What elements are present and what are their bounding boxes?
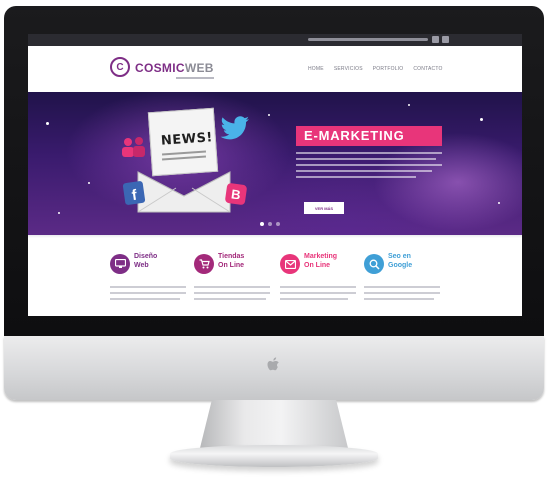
logo-tagline: [176, 77, 214, 79]
service-title-line1: Diseño: [134, 253, 158, 260]
hero-slider: NEWS! f B E-MARKETING VER MÁS: [28, 92, 522, 235]
service-title-line1: Seo en: [388, 253, 411, 260]
service-title: Diseño Web: [134, 252, 190, 270]
service-title-line2: On Line: [218, 262, 245, 269]
contact-bar: [28, 34, 522, 46]
contact-info-text: [308, 38, 428, 41]
slider-dots: [260, 222, 280, 226]
service-title-line2: On Line: [304, 262, 331, 269]
service-text-line: [110, 298, 180, 300]
service-title: Marketing On Line: [304, 252, 360, 270]
star: [498, 202, 500, 204]
monitor-stand-neck: [200, 400, 348, 448]
envelope-icon: [137, 171, 231, 213]
service-text-line: [110, 286, 186, 288]
service-title: Tiendas On Line: [218, 252, 274, 270]
hero-text-line: [296, 170, 432, 172]
slider-dot-3[interactable]: [276, 222, 280, 226]
service-text-line: [280, 286, 356, 288]
cart-icon: [194, 254, 214, 274]
blogger-icon: B: [224, 182, 248, 206]
service-text-line: [110, 292, 186, 294]
logo-secondary-text: WEB: [184, 61, 214, 75]
star: [88, 182, 90, 184]
service-diseno-web[interactable]: Diseño Web: [110, 252, 190, 312]
apple-logo-icon: [267, 357, 279, 371]
nav-item-portfolio[interactable]: PORTFOLIO: [373, 66, 404, 72]
facebook-icon: f: [122, 180, 146, 206]
service-title: Seo en Google: [388, 252, 444, 270]
twitter-icon: [220, 116, 249, 140]
site-logo[interactable]: COSMICWEB: [135, 61, 214, 75]
section-divider: [28, 235, 522, 238]
service-text-line: [194, 292, 270, 294]
hero-text-line: [296, 152, 442, 154]
imac-monitor: C COSMICWEB HOME SERVICIOS PORTFOLIO CON…: [0, 0, 548, 479]
star: [408, 104, 410, 106]
service-seo-google[interactable]: Seo en Google: [364, 252, 444, 312]
service-text-line: [364, 298, 434, 300]
mail-icon: [280, 254, 300, 274]
twitter-icon[interactable]: [432, 36, 439, 43]
logo-primary-text: COSMIC: [135, 61, 185, 75]
hero-title: E-MARKETING: [296, 126, 442, 146]
search-icon: [364, 254, 384, 274]
service-title-line1: Marketing: [304, 253, 338, 260]
website-screen: C COSMICWEB HOME SERVICIOS PORTFOLIO CON…: [28, 34, 522, 316]
main-nav: HOME SERVICIOS PORTFOLIO CONTACTO: [308, 66, 443, 72]
star: [46, 122, 49, 125]
service-text-line: [194, 286, 270, 288]
star: [480, 118, 483, 121]
ver-mas-button[interactable]: VER MÁS: [304, 202, 344, 214]
site-header: C COSMICWEB HOME SERVICIOS PORTFOLIO CON…: [28, 46, 522, 93]
service-tiendas-online[interactable]: Tiendas On Line: [194, 252, 274, 312]
service-text-line: [280, 292, 356, 294]
service-text-line: [280, 298, 348, 300]
slider-dot-2[interactable]: [268, 222, 272, 226]
monitor-stand-foot: [170, 445, 378, 467]
service-marketing-online[interactable]: Marketing On Line: [280, 252, 360, 312]
star: [268, 114, 270, 116]
monitor-icon: [110, 254, 130, 274]
star: [58, 212, 60, 214]
people-icon: [122, 137, 145, 157]
hero-text-line: [296, 176, 416, 178]
service-text-line: [364, 286, 440, 288]
slider-dot-1[interactable]: [260, 222, 264, 226]
service-title-line1: Tiendas: [218, 253, 245, 260]
logo-icon[interactable]: C: [110, 57, 130, 77]
service-title-line2: Google: [388, 262, 413, 269]
nav-item-servicios[interactable]: SERVICIOS: [334, 66, 363, 72]
service-text-line: [364, 292, 440, 294]
facebook-icon[interactable]: [442, 36, 449, 43]
nav-item-home[interactable]: HOME: [308, 66, 324, 72]
hero-text-line: [296, 164, 442, 166]
hero-text-line: [296, 158, 436, 160]
service-title-line2: Web: [134, 262, 149, 269]
nav-item-contacto[interactable]: CONTACTO: [413, 66, 442, 72]
service-text-line: [194, 298, 266, 300]
